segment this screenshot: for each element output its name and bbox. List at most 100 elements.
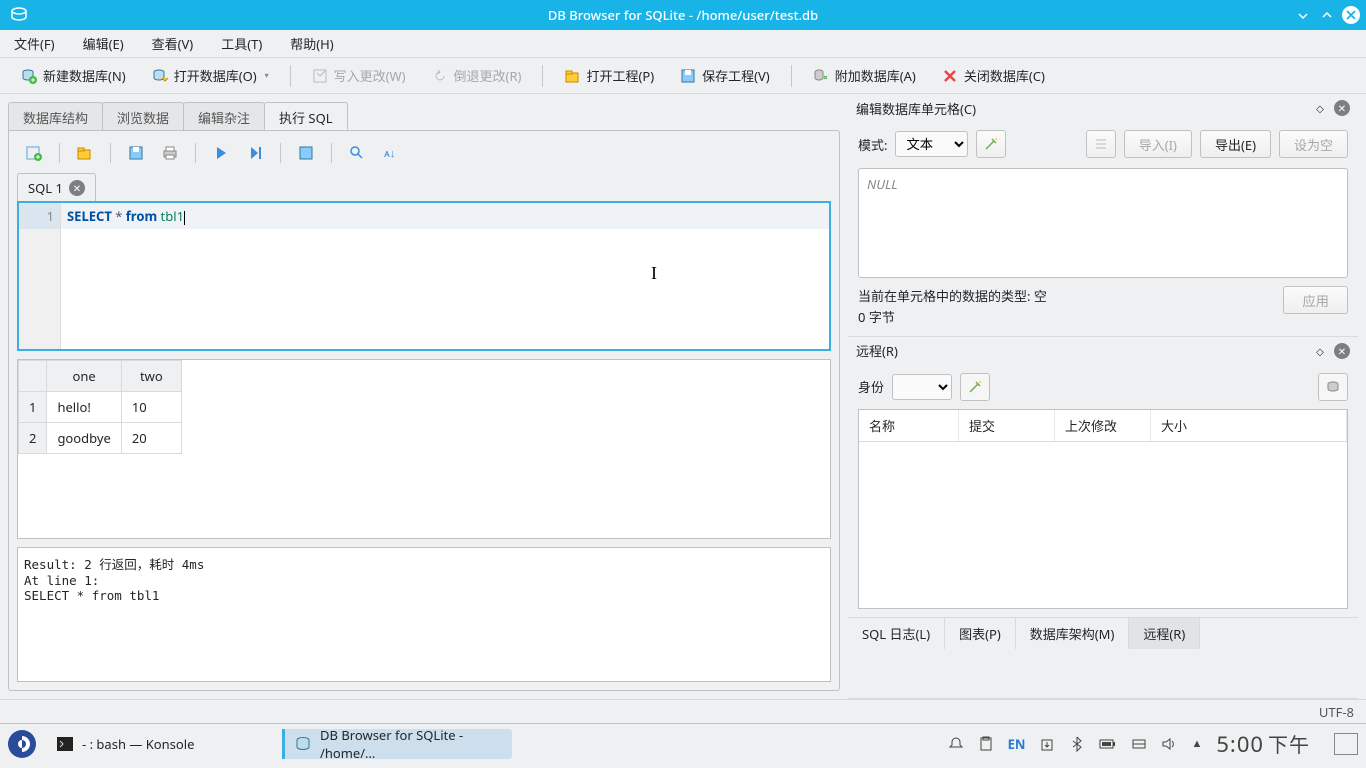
terminal-icon (56, 735, 74, 753)
close-panel-icon[interactable]: ✕ (1334, 343, 1350, 359)
magic-button[interactable] (976, 130, 1006, 158)
clipboard-icon[interactable] (978, 736, 994, 752)
language-indicator[interactable]: EN (1008, 735, 1026, 753)
table-row[interactable]: 2 goodbye 20 (19, 423, 182, 454)
menu-file[interactable]: 文件(F) (8, 31, 61, 56)
separator (290, 65, 291, 87)
menu-help[interactable]: 帮助(H) (284, 31, 339, 56)
col-commit[interactable]: 提交 (959, 410, 1055, 441)
save-sql-button[interactable] (123, 140, 149, 166)
statusbar: UTF-8 (0, 699, 1366, 723)
sql-tab-1[interactable]: SQL 1 ✕ (17, 173, 96, 201)
open-sql-button[interactable] (72, 140, 98, 166)
save-project-button[interactable]: 保存工程(V) (669, 60, 781, 91)
tab-browse-data[interactable]: 浏览数据 (102, 102, 184, 130)
menu-edit[interactable]: 编辑(E) (77, 31, 130, 56)
chevron-down-icon[interactable]: ▾ (265, 70, 269, 81)
results-table[interactable]: one two 1 hello! 10 2 goodbye 20 (17, 359, 831, 539)
placeholder-text: NULL (867, 175, 897, 193)
close-panel-icon[interactable]: ✕ (1334, 100, 1350, 116)
btab-plot[interactable]: 图表(P) (945, 618, 1016, 649)
window-title: DB Browser for SQLite - /home/user/test.… (548, 6, 818, 24)
bluetooth-icon[interactable] (1069, 736, 1085, 752)
main-toolbar: 新建数据库(N) 打开数据库(O) ▾ 写入更改(W) 倒退更改(R) 打开工程… (0, 58, 1366, 94)
table-row[interactable]: 1 hello! 10 (19, 392, 182, 423)
network-icon[interactable] (1131, 736, 1147, 752)
cell-value-textarea[interactable]: NULL (858, 168, 1348, 278)
find-button[interactable] (344, 140, 370, 166)
close-button[interactable] (1342, 6, 1360, 24)
open-db-icon (152, 68, 168, 84)
menu-view[interactable]: 查看(V) (146, 31, 200, 56)
open-project-button[interactable]: 打开工程(P) (553, 60, 665, 91)
col-size[interactable]: 大小 (1151, 410, 1347, 441)
find-replace-button[interactable]: ᴀ↓ (378, 140, 404, 166)
column-header-one[interactable]: one (47, 361, 121, 392)
table-corner (19, 361, 47, 392)
close-database-button[interactable]: 关闭数据库(C) (931, 60, 1056, 91)
new-tab-button[interactable] (21, 140, 47, 166)
encoding-indicator: UTF-8 (1319, 703, 1354, 721)
tab-edit-pragmas[interactable]: 编辑杂注 (183, 102, 265, 130)
attach-database-button[interactable]: 附加数据库(A) (802, 60, 927, 91)
chevron-up-icon[interactable]: ▲ (1191, 736, 1202, 751)
col-name[interactable]: 名称 (859, 410, 959, 441)
editor-gutter: 1 (19, 203, 61, 349)
apply-button: 应用 (1283, 286, 1348, 314)
sql-toolbar: ᴀ↓ (17, 139, 831, 173)
export-button[interactable]: 导出(E) (1200, 130, 1271, 158)
taskbar-item-dbbrowser[interactable]: DB Browser for SQLite - /home/… (282, 729, 512, 759)
remote-table[interactable]: 名称 提交 上次修改 大小 (858, 409, 1348, 609)
detach-panel-icon[interactable]: ◇ (1312, 100, 1328, 116)
btab-sql-log[interactable]: SQL 日志(L) (848, 618, 945, 649)
tab-db-structure[interactable]: 数据库结构 (8, 102, 103, 130)
print-button[interactable] (157, 140, 183, 166)
write-changes-button: 写入更改(W) (301, 60, 417, 91)
btab-remote[interactable]: 远程(R) (1129, 618, 1200, 649)
open-database-button[interactable]: 打开数据库(O) ▾ (141, 60, 280, 91)
battery-icon[interactable] (1099, 736, 1117, 752)
main-tabs: 数据库结构 浏览数据 编辑杂注 执行 SQL (8, 102, 840, 130)
taskbar-item-konsole[interactable]: - : bash — Konsole (44, 729, 274, 759)
execute-button[interactable] (208, 140, 234, 166)
editor-code[interactable]: SELECT * from tbl1 I (61, 203, 829, 349)
minimize-button[interactable] (1294, 6, 1312, 24)
db-icon (294, 735, 312, 753)
taskbar: - : bash — Konsole DB Browser for SQLite… (0, 723, 1366, 763)
open-project-icon (564, 68, 580, 84)
tab-execute-sql[interactable]: 执行 SQL (264, 102, 347, 130)
close-db-icon (942, 68, 958, 84)
volume-icon[interactable] (1161, 736, 1177, 752)
updates-icon[interactable] (1039, 736, 1055, 752)
edit-cell-panel: 编辑数据库单元格(C) ◇ ✕ 模式: 文本 导入(I) 导出(E) 设为空 N… (848, 94, 1358, 337)
execute-line-button[interactable] (242, 140, 268, 166)
sql-editor[interactable]: 1 SELECT * from tbl1 I (17, 201, 831, 351)
attach-db-icon (813, 68, 829, 84)
close-tab-icon[interactable]: ✕ (69, 180, 85, 196)
sql-log-output[interactable]: Result: 2 行返回，耗时 4ms At line 1: SELECT *… (17, 547, 831, 682)
refresh-button[interactable] (960, 373, 990, 401)
maximize-button[interactable] (1318, 6, 1336, 24)
column-header-two[interactable]: two (121, 361, 181, 392)
push-button[interactable] (1318, 373, 1348, 401)
identity-select[interactable] (892, 374, 952, 400)
notifications-icon[interactable] (948, 736, 964, 752)
show-desktop-button[interactable] (1334, 733, 1358, 755)
mode-select[interactable]: 文本 (895, 131, 968, 157)
clock[interactable]: 5:00下午 (1216, 729, 1310, 759)
save-results-button[interactable] (293, 140, 319, 166)
new-database-button[interactable]: 新建数据库(N) (10, 60, 137, 91)
separator (195, 143, 196, 163)
bottom-tabs: SQL 日志(L) 图表(P) 数据库架构(M) 远程(R) (848, 617, 1358, 649)
remote-panel: 远程(R) ◇ ✕ 身份 名称 提交 上次修改 大小 SQL 日 (848, 337, 1358, 699)
menu-tools[interactable]: 工具(T) (215, 31, 268, 56)
start-button[interactable] (8, 730, 36, 758)
col-last-modified[interactable]: 上次修改 (1055, 410, 1151, 441)
mouse-cursor-icon: I (651, 263, 657, 284)
menubar: 文件(F) 编辑(E) 查看(V) 工具(T) 帮助(H) (0, 30, 1366, 58)
detach-panel-icon[interactable]: ◇ (1312, 343, 1328, 359)
identity-label: 身份 (858, 377, 884, 396)
btab-schema[interactable]: 数据库架构(M) (1016, 618, 1130, 649)
execute-sql-panel: ᴀ↓ SQL 1 ✕ 1 SELECT * from tbl1 I (8, 130, 840, 691)
separator (110, 143, 111, 163)
